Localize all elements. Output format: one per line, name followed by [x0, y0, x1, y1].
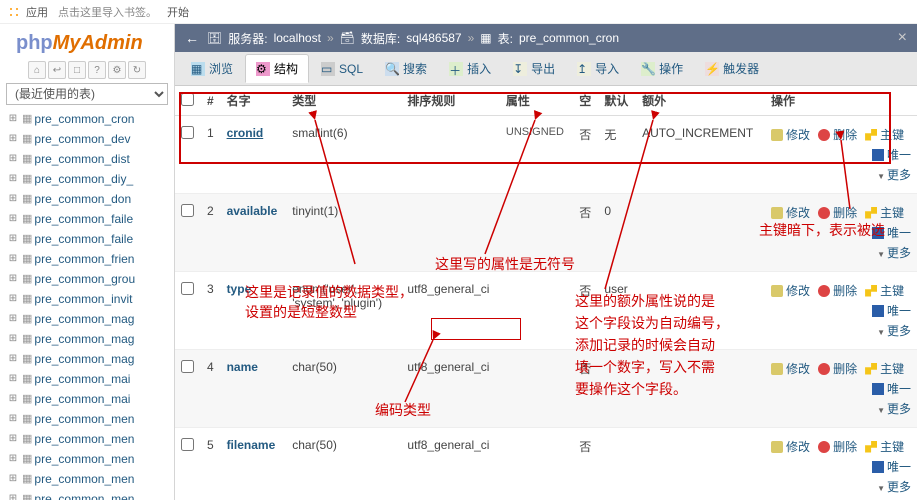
sidebar-table-item[interactable]: ▦pre_common_men [6, 489, 168, 500]
sidebar-table-item[interactable]: ▦pre_common_grou [6, 269, 168, 289]
row-checkbox[interactable] [181, 282, 194, 295]
more-action[interactable]: ▼更多 [877, 166, 911, 183]
sidebar-table-item[interactable]: ▦pre_common_dist [6, 149, 168, 169]
apps-icon[interactable] [8, 6, 20, 18]
sidebar-table-item[interactable]: ▦pre_common_cron [6, 109, 168, 129]
browser-bookmark-bar: 应用 点击这里导入书签。 开始 [0, 0, 917, 24]
breadcrumb-server[interactable]: localhost [274, 31, 321, 45]
select-all-checkbox[interactable] [181, 93, 194, 106]
sidebar-table-item[interactable]: ▦pre_common_mai [6, 389, 168, 409]
edit-action[interactable]: 修改 [771, 126, 810, 143]
sidebar-table-item[interactable]: ▦pre_common_mag [6, 309, 168, 329]
tab-import[interactable]: ↥导入 [567, 55, 629, 82]
apps-label[interactable]: 应用 [26, 4, 48, 20]
start-bookmark[interactable]: 开始 [167, 4, 189, 20]
more-action[interactable]: ▼更多 [877, 322, 911, 339]
import-bookmarks-hint[interactable]: 点击这里导入书签。 [58, 4, 157, 20]
sidebar-table-item[interactable]: ▦pre_common_faile [6, 229, 168, 249]
home-icon[interactable]: ⌂ [28, 61, 46, 79]
breadcrumb: ← 🗄 服务器: localhost » 🗃 数据库: sql486587 » … [175, 24, 917, 52]
delete-action[interactable]: 删除 [818, 126, 857, 143]
tab-browse[interactable]: ▦浏览 [181, 55, 243, 82]
structure-table: # 名字 类型 排序规则 属性 空 默认 额外 操作 1cronidsmalli… [175, 86, 917, 500]
sidebar-table-item[interactable]: ▦pre_common_mai [6, 369, 168, 389]
primary-action[interactable]: 主键 [865, 282, 904, 299]
delete-action[interactable]: 删除 [818, 438, 857, 455]
sidebar: phpMyAdmin ⌂ ↩ □ ? ⚙ ↻ (最近使用的表) ▦pre_com… [0, 24, 175, 500]
breadcrumb-table[interactable]: pre_common_cron [519, 31, 619, 45]
column-name[interactable]: filename [221, 428, 287, 500]
unique-action[interactable]: 唯一 [872, 380, 911, 397]
primary-action[interactable]: 主键 [865, 126, 904, 143]
unique-action[interactable]: 唯一 [872, 224, 911, 241]
breadcrumb-db[interactable]: sql486587 [406, 31, 461, 45]
settings-icon[interactable]: ⚙ [108, 61, 126, 79]
tab-triggers[interactable]: ⚡触发器 [695, 55, 769, 82]
sidebar-table-item[interactable]: ▦pre_common_don [6, 189, 168, 209]
sidebar-table-item[interactable]: ▦pre_common_faile [6, 209, 168, 229]
sql-icon[interactable]: □ [68, 61, 86, 79]
sidebar-table-item[interactable]: ▦pre_common_men [6, 429, 168, 449]
primary-action[interactable]: 主键 [865, 438, 904, 455]
tab-operations[interactable]: 🔧操作 [631, 55, 693, 82]
delete-action[interactable]: 删除 [818, 282, 857, 299]
tab-sql[interactable]: ▭SQL [311, 57, 373, 81]
nav-buttons: ⌂ ↩ □ ? ⚙ ↻ [6, 61, 168, 79]
edit-action[interactable]: 修改 [771, 438, 810, 455]
reload-icon[interactable]: ↻ [128, 61, 146, 79]
table-icon: ▦ [480, 31, 491, 45]
sidebar-table-item[interactable]: ▦pre_common_mag [6, 349, 168, 369]
row-checkbox[interactable] [181, 438, 194, 451]
sidebar-table-item[interactable]: ▦pre_common_men [6, 449, 168, 469]
delete-action[interactable]: 删除 [818, 204, 857, 221]
edit-action[interactable]: 修改 [771, 360, 810, 377]
sidebar-table-item[interactable]: ▦pre_common_men [6, 409, 168, 429]
column-row: 2availabletinyint(1)否0修改删除主键唯一▼更多 [175, 194, 917, 272]
row-checkbox[interactable] [181, 204, 194, 217]
unique-action[interactable]: 唯一 [872, 458, 911, 475]
column-name[interactable]: cronid [221, 116, 287, 194]
column-name[interactable]: type [221, 272, 287, 350]
sidebar-table-item[interactable]: ▦pre_common_mag [6, 329, 168, 349]
more-action[interactable]: ▼更多 [877, 244, 911, 261]
phpmyadmin-logo[interactable]: phpMyAdmin [16, 32, 168, 55]
column-row: 5filenamechar(50)utf8_general_ci否修改删除主键唯… [175, 428, 917, 500]
delete-action[interactable]: 删除 [818, 360, 857, 377]
edit-action[interactable]: 修改 [771, 282, 810, 299]
tab-bar: ▦浏览 ⚙结构 ▭SQL 🔍搜索 ＋插入 ↧导出 ↥导入 🔧操作 ⚡触发器 [175, 52, 917, 86]
collapse-sidebar-icon[interactable]: ← [185, 30, 199, 46]
sidebar-table-item[interactable]: ▦pre_common_invit [6, 289, 168, 309]
sidebar-table-item[interactable]: ▦pre_common_men [6, 469, 168, 489]
more-action[interactable]: ▼更多 [877, 400, 911, 417]
more-action[interactable]: ▼更多 [877, 478, 911, 495]
unique-action[interactable]: 唯一 [872, 146, 911, 163]
tab-export[interactable]: ↧导出 [503, 55, 565, 82]
db-icon: 🗃 [340, 31, 355, 45]
primary-action[interactable]: 主键 [865, 360, 904, 377]
docs-icon[interactable]: ? [88, 61, 106, 79]
unique-action[interactable]: 唯一 [872, 302, 911, 319]
table-tree: ▦pre_common_cron▦pre_common_dev▦pre_comm… [6, 109, 168, 500]
recent-tables-select[interactable]: (最近使用的表) [6, 83, 168, 105]
sidebar-table-item[interactable]: ▦pre_common_diy_ [6, 169, 168, 189]
main-panel: ← 🗄 服务器: localhost » 🗃 数据库: sql486587 » … [175, 24, 917, 500]
server-icon: 🗄 [207, 31, 222, 45]
sidebar-table-item[interactable]: ▦pre_common_frien [6, 249, 168, 269]
tab-search[interactable]: 🔍搜索 [375, 55, 437, 82]
row-checkbox[interactable] [181, 360, 194, 373]
row-checkbox[interactable] [181, 126, 194, 139]
close-icon[interactable]: × [898, 29, 907, 47]
column-name[interactable]: available [221, 194, 287, 272]
sidebar-table-item[interactable]: ▦pre_common_dev [6, 129, 168, 149]
tab-structure[interactable]: ⚙结构 [245, 54, 309, 83]
column-row: 4namechar(50)utf8_general_ci否修改删除主键唯一▼更多 [175, 350, 917, 428]
column-name[interactable]: name [221, 350, 287, 428]
edit-action[interactable]: 修改 [771, 204, 810, 221]
logout-icon[interactable]: ↩ [48, 61, 66, 79]
tab-insert[interactable]: ＋插入 [439, 55, 501, 82]
column-row: 3typeenum('user', 'system', 'plugin')utf… [175, 272, 917, 350]
primary-action[interactable]: 主键 [865, 204, 904, 221]
column-row: 1cronidsmallint(6)UNSIGNED否无AUTO_INCREME… [175, 116, 917, 194]
